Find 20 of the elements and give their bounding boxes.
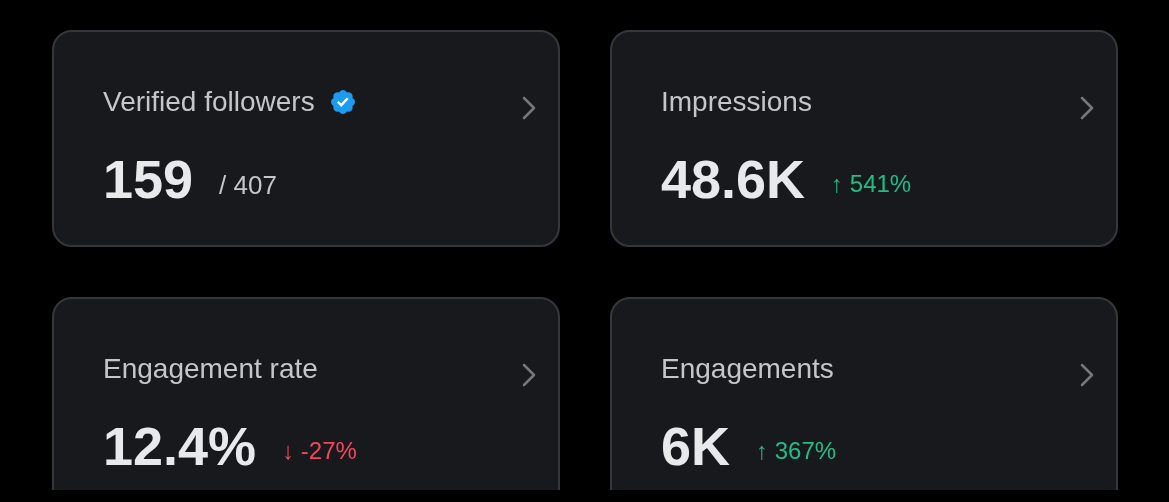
card-title: Verified followers — [103, 85, 315, 119]
card-title: Engagements — [661, 352, 834, 386]
stat-value: 48.6K — [661, 152, 806, 206]
stat-card[interactable]: Engagement rate 12.4% ↓ -27% — [52, 297, 560, 490]
trend-change: ↓ -27% — [282, 436, 357, 466]
stat-value: 12.4% — [103, 419, 257, 473]
card-title: Impressions — [661, 85, 812, 119]
stat-card[interactable]: Impressions 48.6K ↑ 541% — [610, 30, 1118, 247]
stat-value: 6K — [661, 419, 731, 473]
chevron-right-icon — [1080, 96, 1094, 120]
trend-change: ↑ 541% — [831, 169, 912, 199]
chevron-right-icon — [1080, 363, 1094, 387]
stat-value: 159 — [103, 152, 194, 206]
stat-card[interactable]: Verified followers 159 / 407 — [52, 30, 560, 247]
trend-change: ↑ 367% — [756, 436, 837, 466]
chevron-right-icon — [522, 363, 536, 387]
card-title: Engagement rate — [103, 352, 318, 386]
stat-total: / 407 — [219, 168, 277, 202]
chevron-right-icon — [522, 96, 536, 120]
stat-card[interactable]: Engagements 6K ↑ 367% — [610, 297, 1118, 490]
